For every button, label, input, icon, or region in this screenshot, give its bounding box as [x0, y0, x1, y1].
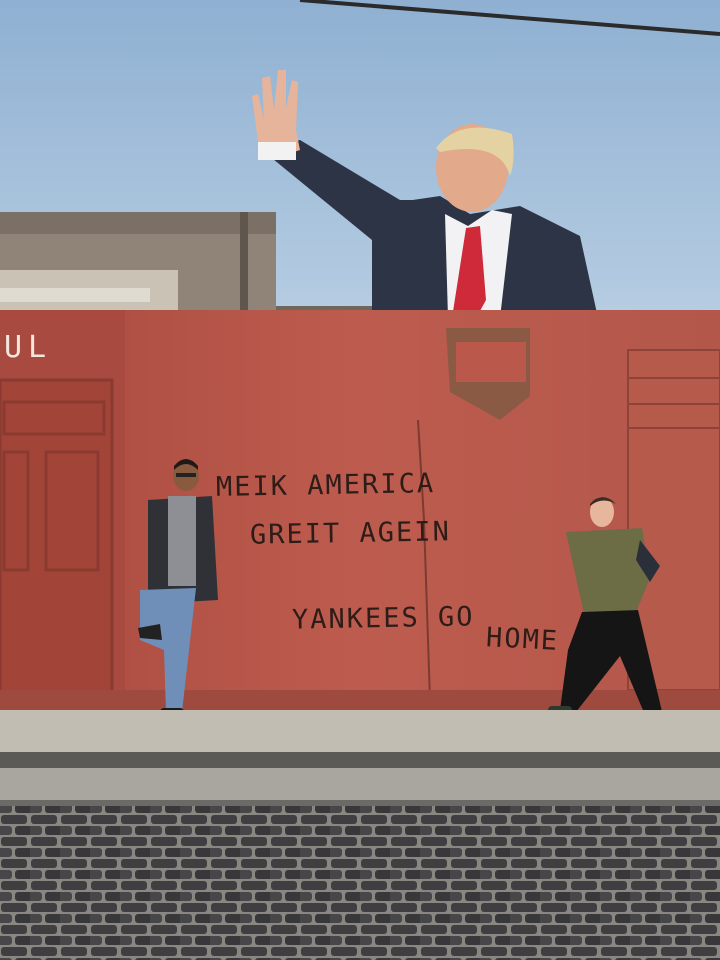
graffiti-line-3-end: HOME [485, 622, 560, 657]
graffiti-line-3: YANKEES GO [291, 601, 475, 636]
curb-stones [0, 752, 720, 768]
sidewalk [0, 710, 720, 754]
curb [0, 768, 720, 804]
graffiti-line-2: GREIT AGEIN [249, 516, 452, 551]
building-sign-fragment: UL [4, 330, 53, 365]
cobblestone-street [0, 806, 720, 960]
photo-scene: UL MEIK AMERICA GREIT AGEIN YANKEES GO H… [0, 0, 720, 960]
graffiti-line-1: MEIK AMERICA [215, 468, 436, 503]
